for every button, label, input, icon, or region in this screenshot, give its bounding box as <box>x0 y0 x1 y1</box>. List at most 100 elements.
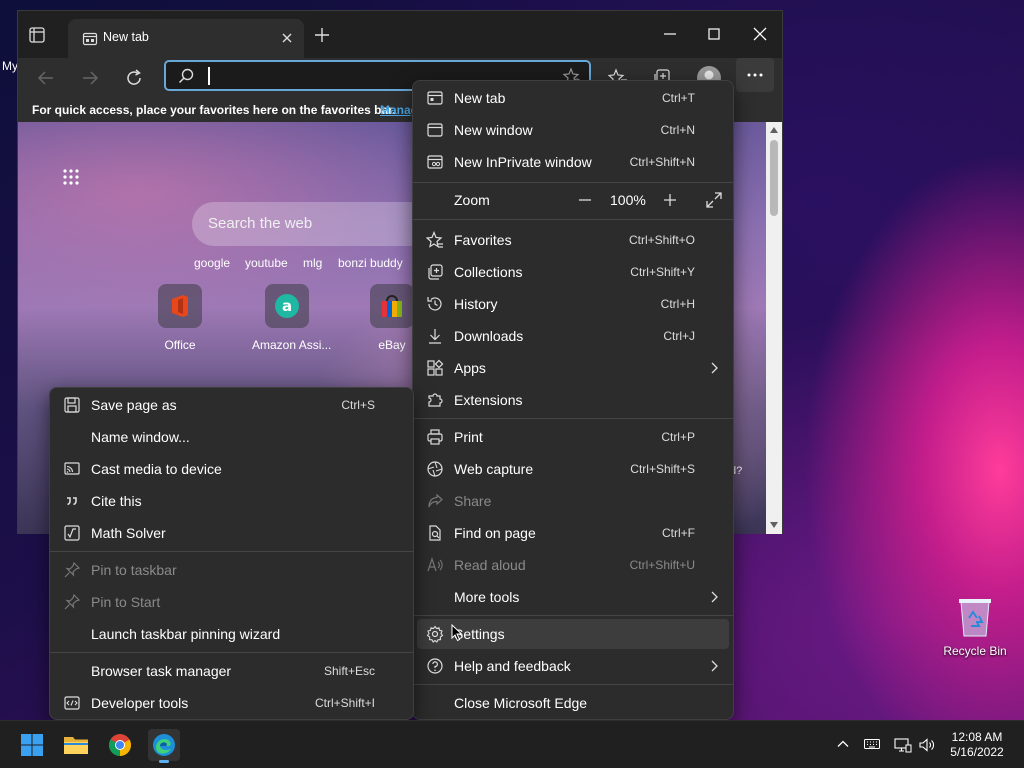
menu-item-new-window[interactable]: New window Ctrl+N <box>417 115 729 145</box>
quick-link[interactable]: youtube <box>245 256 288 270</box>
menu-item-print[interactable]: Print Ctrl+P <box>417 422 729 452</box>
web-search-box[interactable]: Search the web <box>192 202 432 246</box>
edge-button[interactable] <box>148 729 180 763</box>
chevron-right-icon <box>709 361 719 378</box>
refresh-icon[interactable] <box>124 68 144 91</box>
ebay-bag-icon <box>382 295 402 317</box>
menu-item-new-tab[interactable]: New tab Ctrl+T <box>417 83 729 113</box>
new-window-icon <box>426 121 444 139</box>
start-button[interactable] <box>16 729 48 761</box>
amazon-assistant-icon: a <box>275 294 299 318</box>
zoom-row: Zoom 100% <box>417 183 729 217</box>
collections-icon <box>426 263 444 281</box>
menu-item-favorites[interactable]: Favorites Ctrl+Shift+O <box>417 225 729 255</box>
desktop-icon-label[interactable]: My <box>2 59 18 73</box>
edge-icon <box>153 734 175 756</box>
menu-item-math-solver[interactable]: Math Solver <box>54 518 409 548</box>
chrome-button[interactable] <box>104 729 136 761</box>
menu-item-pin-to-taskbar: Pin to taskbar <box>54 555 409 585</box>
quick-link[interactable]: bonzi buddy <box>338 256 403 270</box>
history-icon <box>426 295 444 313</box>
quick-link[interactable]: mlg <box>303 256 322 270</box>
share-icon <box>426 492 444 510</box>
menu-item-collections[interactable]: Collections Ctrl+Shift+Y <box>417 257 729 287</box>
menu-separator <box>50 652 413 653</box>
keyboard-icon[interactable] <box>864 737 880 754</box>
volume-icon[interactable] <box>918 737 936 756</box>
tab-strip: New tab <box>18 11 782 58</box>
quote-icon <box>63 492 81 510</box>
web-capture-icon <box>426 460 444 478</box>
menu-item-find-on-page[interactable]: Find on page Ctrl+F <box>417 518 729 548</box>
fullscreen-icon[interactable] <box>705 191 723 212</box>
system-clock[interactable]: 12:08 AM 5/16/2022 <box>942 730 1012 760</box>
inprivate-icon <box>426 153 444 171</box>
menu-item-launch-pinning-wizard[interactable]: Launch taskbar pinning wizard <box>54 619 409 649</box>
settings-and-more-button[interactable] <box>736 58 774 92</box>
quick-link[interactable]: google <box>194 256 230 270</box>
menu-item-developer-tools[interactable]: Developer tools Ctrl+Shift+I <box>54 688 409 718</box>
zoom-label: Zoom <box>454 192 490 208</box>
scrollbar-thumb[interactable] <box>770 140 778 216</box>
menu-item-share: Share <box>417 486 729 516</box>
menu-item-cast-media[interactable]: Cast media to device <box>54 454 409 484</box>
menu-item-apps[interactable]: Apps <box>417 353 729 383</box>
puzzle-piece-icon <box>426 391 444 409</box>
menu-item-extensions[interactable]: Extensions <box>417 385 729 415</box>
forward-arrow-icon[interactable] <box>80 68 100 91</box>
tile-office[interactable]: Office <box>145 284 215 352</box>
tab-actions-icon[interactable] <box>28 26 46 44</box>
search-icon <box>178 68 194 87</box>
menu-item-cite-this[interactable]: Cite this <box>54 486 409 516</box>
new-tab-plus-icon[interactable] <box>314 27 330 46</box>
minimize-icon[interactable] <box>660 24 680 44</box>
menu-item-help-and-feedback[interactable]: Help and feedback <box>417 651 729 681</box>
tab-title: New tab <box>103 30 149 44</box>
menu-separator <box>413 219 733 220</box>
recycle-bin-icon <box>955 596 995 638</box>
app-launcher-icon[interactable] <box>62 168 80 189</box>
menu-item-web-capture[interactable]: Web capture Ctrl+Shift+S <box>417 454 729 484</box>
file-explorer-button[interactable] <box>60 729 92 761</box>
menu-item-settings[interactable]: Settings <box>417 619 729 649</box>
close-window-icon[interactable] <box>750 24 770 44</box>
developer-tools-icon <box>63 694 81 712</box>
download-icon <box>426 327 444 345</box>
zoom-in-icon[interactable] <box>662 192 678 211</box>
back-arrow-icon[interactable] <box>36 68 56 91</box>
tab-new-tab[interactable]: New tab <box>68 19 304 58</box>
menu-item-close-edge[interactable]: Close Microsoft Edge <box>417 688 729 718</box>
taskbar: 12:08 AM 5/16/2022 <box>0 720 1024 768</box>
more-dots-icon <box>747 73 763 77</box>
chevron-up-icon[interactable] <box>836 737 850 754</box>
menu-item-new-inprivate[interactable]: New InPrivate window Ctrl+Shift+N <box>417 147 729 177</box>
recycle-bin-shortcut[interactable]: Recycle Bin <box>940 596 1010 658</box>
close-tab-icon[interactable] <box>280 31 294 48</box>
clock-time: 12:08 AM <box>951 730 1003 744</box>
menu-item-name-window[interactable]: Name window... <box>54 422 409 452</box>
tile-label: Amazon Assi... <box>252 338 332 352</box>
tile-label: Office <box>164 338 196 352</box>
network-icon[interactable] <box>894 737 912 756</box>
svg-text:a: a <box>282 297 292 315</box>
menu-item-browser-task-manager[interactable]: Browser task manager Shift+Esc <box>54 656 409 686</box>
chevron-right-icon <box>709 590 719 607</box>
tile-amazon-assistant[interactable]: a Amazon Assi... <box>252 284 332 352</box>
menu-separator <box>413 418 733 419</box>
new-tab-icon <box>426 89 444 107</box>
menu-item-save-page-as[interactable]: Save page as Ctrl+S <box>54 390 409 420</box>
pin-icon <box>63 561 81 579</box>
menu-item-read-aloud: Read aloud Ctrl+Shift+U <box>417 550 729 580</box>
page-scrollbar[interactable] <box>766 122 782 534</box>
chevron-right-icon <box>709 659 719 676</box>
zoom-out-icon[interactable] <box>577 192 593 211</box>
menu-item-history[interactable]: History Ctrl+H <box>417 289 729 319</box>
clock-date: 5/16/2022 <box>950 745 1004 759</box>
math-solver-icon <box>63 524 81 542</box>
menu-item-downloads[interactable]: Downloads Ctrl+J <box>417 321 729 351</box>
maximize-icon[interactable] <box>704 24 724 44</box>
menu-item-more-tools[interactable]: More tools <box>417 582 729 612</box>
menu-separator <box>413 615 733 616</box>
folder-icon <box>64 737 88 754</box>
web-search-placeholder: Search the web <box>208 215 313 232</box>
